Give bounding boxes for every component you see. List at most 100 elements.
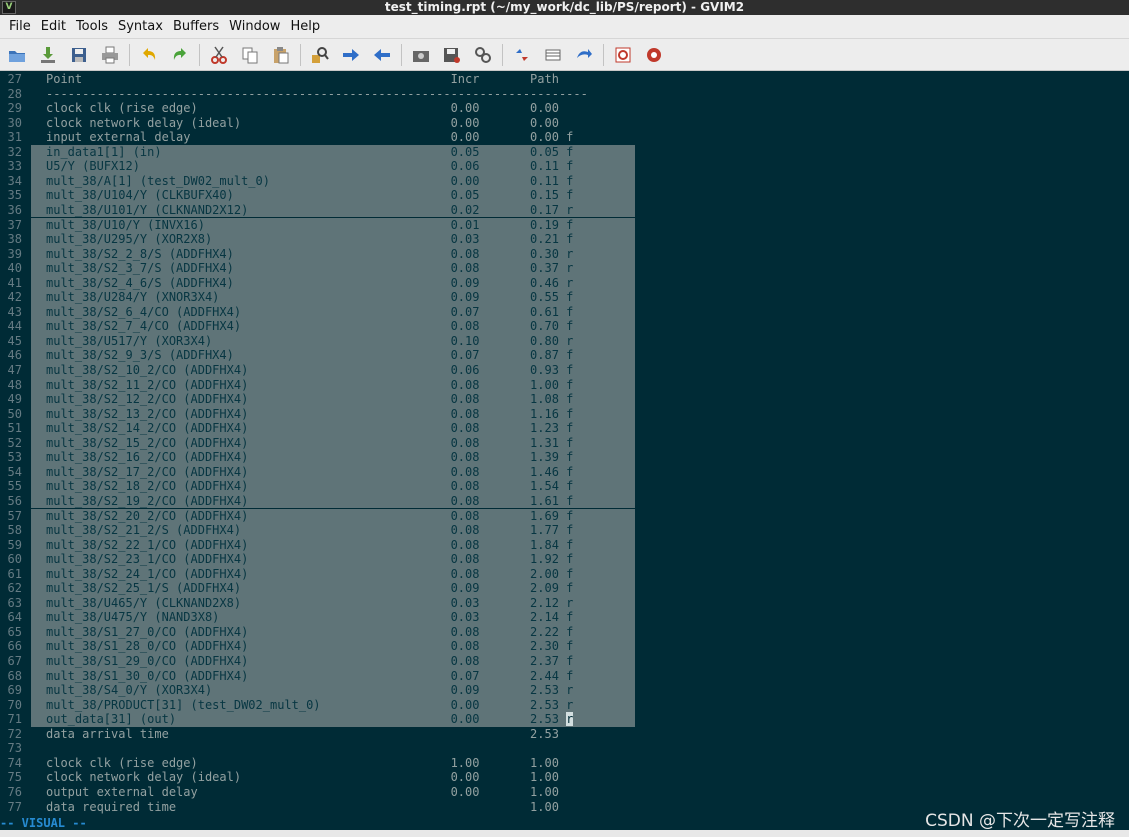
line-text[interactable]: mult_38/U104/Y (CLKBUFX40) 0.05 0.15 f: [31, 188, 635, 203]
editor-line[interactable]: 34 mult_38/A[1] (test_DW02_mult_0) 0.00 0…: [0, 173, 1129, 189]
editor-line[interactable]: 64 mult_38/U475/Y (NAND3X8) 0.03 2.14 f: [0, 610, 1129, 625]
editor-line[interactable]: 65 mult_38/S1_27_0/CO (ADDFHX4) 0.08 2.22…: [0, 624, 1129, 640]
line-text[interactable]: mult_38/S2_20_2/CO (ADDFHX4) 0.08 1.69 f: [31, 508, 635, 524]
redo-icon[interactable]: [167, 43, 193, 67]
open-icon[interactable]: [4, 43, 30, 67]
editor-line[interactable]: 37 mult_38/U10/Y (INVX16) 0.01 0.19 f: [0, 217, 1129, 233]
line-text[interactable]: mult_38/S1_27_0/CO (ADDFHX4) 0.08 2.22 f: [31, 624, 635, 640]
line-text[interactable]: mult_38/S2_18_2/CO (ADDFHX4) 0.08 1.54 f: [31, 479, 635, 494]
line-text[interactable]: mult_38/U465/Y (CLKNAND2X8) 0.03 2.12 r: [31, 595, 635, 611]
line-text[interactable]: mult_38/S2_16_2/CO (ADDFHX4) 0.08 1.39 f: [31, 450, 635, 465]
editor-line[interactable]: 72 data arrival time 2.53: [0, 727, 1129, 742]
paste-icon[interactable]: [268, 43, 294, 67]
line-text[interactable]: mult_38/S2_23_1/CO (ADDFHX4) 0.08 1.92 f: [31, 552, 635, 567]
run-script-icon[interactable]: [470, 43, 496, 67]
back-arrow-icon[interactable]: [369, 43, 395, 67]
line-text[interactable]: [31, 741, 46, 756]
editor-line[interactable]: 73: [0, 741, 1129, 756]
line-text[interactable]: mult_38/U284/Y (XNOR3X4) 0.09 0.55 f: [31, 290, 635, 305]
menu-help[interactable]: Help: [285, 19, 325, 34]
editor-line[interactable]: 46 mult_38/S2_9_3/S (ADDFHX4) 0.07 0.87 f: [0, 348, 1129, 363]
save-icon[interactable]: [66, 43, 92, 67]
line-text[interactable]: mult_38/S2_6_4/CO (ADDFHX4) 0.07 0.61 f: [31, 304, 635, 320]
make-icon[interactable]: [509, 43, 535, 67]
line-text[interactable]: U5/Y (BUFX12) 0.06 0.11 f: [31, 159, 635, 174]
line-text[interactable]: clock network delay (ideal) 0.00 0.00: [31, 116, 559, 131]
print-icon[interactable]: [97, 43, 123, 67]
line-text[interactable]: mult_38/PRODUCT[31] (test_DW02_mult_0) 0…: [31, 697, 635, 713]
editor-line[interactable]: 60 mult_38/S2_23_1/CO (ADDFHX4) 0.08 1.92…: [0, 552, 1129, 567]
line-text[interactable]: input external delay 0.00 0.00 f: [31, 130, 573, 145]
line-text[interactable]: mult_38/S2_24_1/CO (ADDFHX4) 0.08 2.00 f: [31, 566, 635, 582]
editor-line[interactable]: 32 in_data1[1] (in) 0.05 0.05 f: [0, 144, 1129, 160]
menu-syntax[interactable]: Syntax: [113, 19, 168, 34]
line-text[interactable]: mult_38/U101/Y (CLKNAND2X12) 0.02 0.17 r: [31, 202, 635, 218]
line-text[interactable]: mult_38/S2_15_2/CO (ADDFHX4) 0.08 1.31 f: [31, 435, 635, 451]
editor-line[interactable]: 33 U5/Y (BUFX12) 0.06 0.11 f: [0, 159, 1129, 174]
line-text[interactable]: mult_38/S2_4_6/S (ADDFHX4) 0.09 0.46 r: [31, 275, 635, 291]
line-text[interactable]: mult_38/S1_29_0/CO (ADDFHX4) 0.08 2.37 f: [31, 654, 635, 669]
editor-line[interactable]: 74 clock clk (rise edge) 1.00 1.00: [0, 756, 1129, 771]
help-icon[interactable]: [610, 43, 636, 67]
line-text[interactable]: clock network delay (ideal) 0.00 1.00: [31, 770, 559, 785]
gvim-app-icon[interactable]: V: [2, 1, 16, 14]
editor-line[interactable]: 43 mult_38/S2_6_4/CO (ADDFHX4) 0.07 0.61 …: [0, 304, 1129, 320]
line-text[interactable]: clock clk (rise edge) 1.00 1.00: [31, 756, 559, 771]
editor-line[interactable]: 75 clock network delay (ideal) 0.00 1.00: [0, 770, 1129, 785]
editor-line[interactable]: 39 mult_38/S2_2_8/S (ADDFHX4) 0.08 0.30 r: [0, 246, 1129, 262]
line-text[interactable]: mult_38/S2_13_2/CO (ADDFHX4) 0.08 1.16 f: [31, 406, 635, 422]
line-text[interactable]: clock clk (rise edge) 0.00 0.00: [31, 101, 559, 116]
editor-line[interactable]: 28 --------------------------------------…: [0, 87, 1129, 102]
line-text[interactable]: mult_38/S4_0/Y (XOR3X4) 0.09 2.53 r: [31, 683, 635, 698]
menu-window[interactable]: Window: [224, 19, 285, 34]
line-text[interactable]: mult_38/S2_12_2/CO (ADDFHX4) 0.08 1.08 f: [31, 392, 635, 407]
editor-line[interactable]: 38 mult_38/U295/Y (XOR2X8) 0.03 0.21 f: [0, 232, 1129, 247]
find-replace-icon[interactable]: [307, 43, 333, 67]
editor-line[interactable]: 54 mult_38/S2_17_2/CO (ADDFHX4) 0.08 1.46…: [0, 464, 1129, 480]
editor-line[interactable]: 67 mult_38/S1_29_0/CO (ADDFHX4) 0.08 2.37…: [0, 654, 1129, 669]
editor-line[interactable]: 29 clock clk (rise edge) 0.00 0.00: [0, 101, 1129, 116]
forward-arrow-icon[interactable]: [338, 43, 364, 67]
find-help-icon[interactable]: [641, 43, 667, 67]
save-session-icon[interactable]: [439, 43, 465, 67]
editor-line[interactable]: 70 mult_38/PRODUCT[31] (test_DW02_mult_0)…: [0, 697, 1129, 713]
editor-line[interactable]: 41 mult_38/S2_4_6/S (ADDFHX4) 0.09 0.46 r: [0, 275, 1129, 291]
editor-line[interactable]: 62 mult_38/S2_25_1/S (ADDFHX4) 0.09 2.09 …: [0, 581, 1129, 596]
editor-line[interactable]: 53 mult_38/S2_16_2/CO (ADDFHX4) 0.08 1.39…: [0, 450, 1129, 465]
editor-line[interactable]: 27 Point Incr Path: [0, 72, 1129, 87]
editor-line[interactable]: 42 mult_38/U284/Y (XNOR3X4) 0.09 0.55 f: [0, 290, 1129, 305]
editor-text-area[interactable]: 27 Point Incr Path 28 ---------------------…: [0, 71, 1129, 816]
editor-line[interactable]: 48 mult_38/S2_11_2/CO (ADDFHX4) 0.08 1.00…: [0, 377, 1129, 393]
tag-jump-icon[interactable]: [571, 43, 597, 67]
editor-line[interactable]: 55 mult_38/S2_18_2/CO (ADDFHX4) 0.08 1.54…: [0, 479, 1129, 494]
line-text[interactable]: mult_38/U517/Y (XOR3X4) 0.10 0.80 r: [31, 333, 635, 349]
line-text[interactable]: mult_38/S2_7_4/CO (ADDFHX4) 0.08 0.70 f: [31, 319, 635, 334]
line-text[interactable]: data required time 1.00: [31, 800, 559, 815]
line-text[interactable]: mult_38/S2_10_2/CO (ADDFHX4) 0.06 0.93 f: [31, 363, 635, 378]
editor-line[interactable]: 45 mult_38/U517/Y (XOR3X4) 0.10 0.80 r: [0, 333, 1129, 349]
editor-line[interactable]: 44 mult_38/S2_7_4/CO (ADDFHX4) 0.08 0.70 …: [0, 319, 1129, 334]
line-text[interactable]: mult_38/S2_11_2/CO (ADDFHX4) 0.08 1.00 f: [31, 377, 635, 393]
line-text[interactable]: ----------------------------------------…: [31, 87, 588, 102]
editor-line[interactable]: 57 mult_38/S2_20_2/CO (ADDFHX4) 0.08 1.69…: [0, 508, 1129, 524]
editor-line[interactable]: 47 mult_38/S2_10_2/CO (ADDFHX4) 0.06 0.93…: [0, 363, 1129, 378]
editor-line[interactable]: 50 mult_38/S2_13_2/CO (ADDFHX4) 0.08 1.16…: [0, 406, 1129, 422]
editor-line[interactable]: 36 mult_38/U101/Y (CLKNAND2X12) 0.02 0.17…: [0, 202, 1129, 218]
shell-icon[interactable]: [540, 43, 566, 67]
line-text[interactable]: data arrival time 2.53: [31, 727, 559, 742]
save-download-icon[interactable]: [35, 43, 61, 67]
editor-line[interactable]: 71 out_data[31] (out) 0.00 2.53 r: [0, 712, 1129, 727]
editor-line[interactable]: 76 output external delay 0.00 1.00: [0, 785, 1129, 800]
line-text[interactable]: mult_38/S2_22_1/CO (ADDFHX4) 0.08 1.84 f: [31, 537, 635, 553]
line-text[interactable]: out_data[31] (out) 0.00 2.53 r: [31, 712, 635, 727]
editor-line[interactable]: 59 mult_38/S2_22_1/CO (ADDFHX4) 0.08 1.84…: [0, 537, 1129, 553]
line-text[interactable]: mult_38/S2_25_1/S (ADDFHX4) 0.09 2.09 f: [31, 581, 635, 596]
editor-line[interactable]: 35 mult_38/U104/Y (CLKBUFX40) 0.05 0.15 f: [0, 188, 1129, 203]
line-text[interactable]: mult_38/S2_14_2/CO (ADDFHX4) 0.08 1.23 f: [31, 421, 635, 436]
line-text[interactable]: in_data1[1] (in) 0.05 0.05 f: [31, 144, 635, 160]
editor-line[interactable]: 66 mult_38/S1_28_0/CO (ADDFHX4) 0.08 2.30…: [0, 639, 1129, 654]
line-text[interactable]: mult_38/U295/Y (XOR2X8) 0.03 0.21 f: [31, 232, 635, 247]
editor-line[interactable]: 49 mult_38/S2_12_2/CO (ADDFHX4) 0.08 1.08…: [0, 392, 1129, 407]
line-text[interactable]: mult_38/S1_28_0/CO (ADDFHX4) 0.08 2.30 f: [31, 639, 635, 654]
menu-file[interactable]: File: [4, 19, 36, 34]
